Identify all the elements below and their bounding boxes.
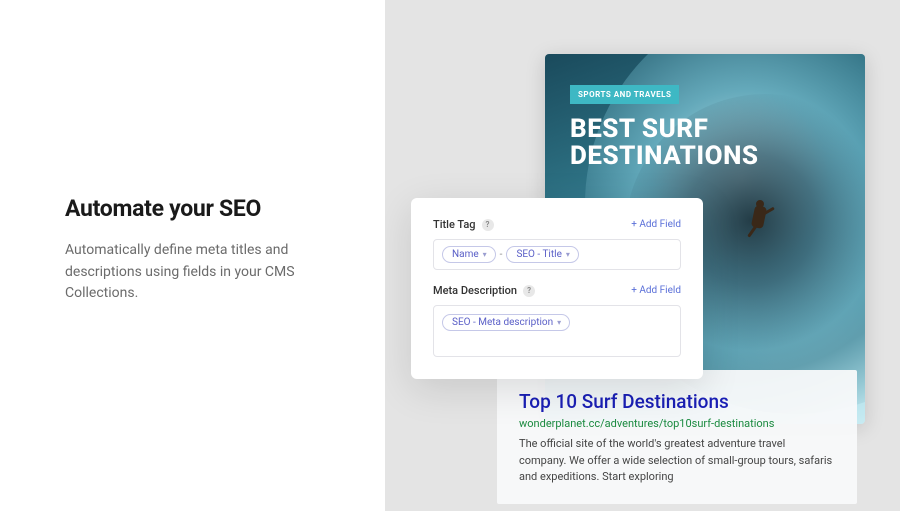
field-token[interactable]: SEO - Title ▾ <box>506 246 578 263</box>
serp-url: wonderplanet.cc/adventures/top10surf-des… <box>519 417 835 430</box>
title-tag-field: Title Tag ? + Add Field Name ▾ - SEO - T… <box>433 218 681 270</box>
title-tag-input[interactable]: Name ▾ - SEO - Title ▾ <box>433 239 681 270</box>
meta-description-label: Meta Description <box>433 284 517 297</box>
token-label: Name <box>452 249 479 260</box>
chevron-down-icon: ▾ <box>566 250 570 259</box>
serp-description: The official site of the world's greates… <box>519 436 835 486</box>
help-icon[interactable]: ? <box>523 285 535 297</box>
category-badge: SPORTS AND TRAVELS <box>570 85 679 104</box>
add-field-button[interactable]: + Add Field <box>631 285 681 296</box>
seo-settings-panel: Title Tag ? + Add Field Name ▾ - SEO - T… <box>411 198 703 379</box>
chevron-down-icon: ▾ <box>483 250 487 259</box>
field-token[interactable]: SEO - Meta description ▾ <box>442 314 570 331</box>
feature-description: Automate your SEO Automatically define m… <box>0 0 385 511</box>
hero-title: BEST SURF DESTINATIONS <box>570 116 770 171</box>
token-label: SEO - Meta description <box>452 317 553 328</box>
add-field-button[interactable]: + Add Field <box>631 219 681 230</box>
surfer-figure <box>743 202 775 242</box>
feature-body: Automatically define meta titles and des… <box>65 240 335 305</box>
chevron-down-icon: ▾ <box>557 318 561 327</box>
serp-title: Top 10 Surf Destinations <box>519 390 835 413</box>
meta-description-field: Meta Description ? + Add Field SEO - Met… <box>433 284 681 357</box>
token-label: SEO - Title <box>516 249 561 260</box>
preview-area: SPORTS AND TRAVELS BEST SURF DESTINATION… <box>385 0 900 511</box>
meta-description-input[interactable]: SEO - Meta description ▾ <box>433 305 681 357</box>
help-icon[interactable]: ? <box>482 219 494 231</box>
token-separator: - <box>500 249 503 260</box>
title-tag-label: Title Tag <box>433 218 476 231</box>
field-token[interactable]: Name ▾ <box>442 246 496 263</box>
feature-heading: Automate your SEO <box>65 195 385 222</box>
search-result-preview: Top 10 Surf Destinations wonderplanet.cc… <box>497 370 857 504</box>
